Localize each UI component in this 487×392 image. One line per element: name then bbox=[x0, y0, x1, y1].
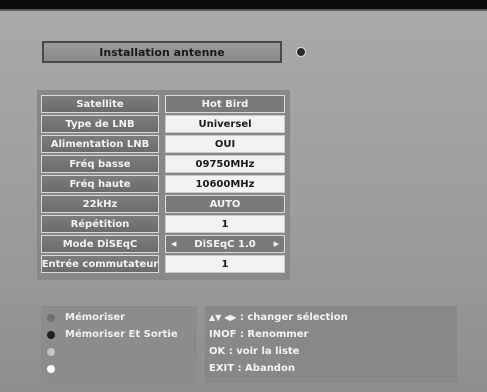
page-title: Installation antenne bbox=[42, 41, 282, 63]
tv-screen: Installation antenne Satellite Hot Bird … bbox=[0, 9, 487, 392]
row-value[interactable]: Universel bbox=[165, 115, 285, 133]
legend-item-memoriser-sortie[interactable]: Mémoriser Et Sortie bbox=[47, 328, 178, 341]
help-line-list: OK : voir la liste bbox=[209, 345, 299, 359]
row-type-lnb[interactable]: Type de LNB Universel bbox=[41, 115, 285, 133]
row-label: Fréq haute bbox=[41, 175, 159, 193]
help-line-exit: EXIT : Abandon bbox=[209, 362, 295, 376]
black-button-icon bbox=[47, 330, 55, 339]
grey-button-icon bbox=[47, 313, 55, 322]
row-label: Entrée commutateur bbox=[41, 255, 159, 273]
row-repetition[interactable]: Répétition 1 bbox=[41, 215, 285, 233]
legend-item-4 bbox=[47, 362, 65, 375]
help-line-navigate: ▲▼ ◀▶ : changer sélection bbox=[209, 311, 348, 325]
light-button-icon bbox=[47, 347, 55, 356]
row-value-selector[interactable]: ◀ DiSEqC 1.0 ▶ bbox=[165, 235, 285, 253]
arrow-right-icon[interactable]: ▶ bbox=[274, 240, 279, 248]
row-freq-basse[interactable]: Fréq basse 09750MHz bbox=[41, 155, 285, 173]
arrow-keys-icon: ▲▼ ◀▶ bbox=[209, 313, 237, 322]
row-alimentation-lnb[interactable]: Alimentation LNB OUI bbox=[41, 135, 285, 153]
help-text: OK : voir la liste bbox=[209, 346, 300, 357]
row-label: Mode DiSEqC bbox=[41, 235, 159, 253]
row-label: Type de LNB bbox=[41, 115, 159, 133]
legend-label: Mémoriser Et Sortie bbox=[65, 329, 178, 340]
row-value[interactable]: Hot Bird bbox=[165, 95, 285, 113]
row-label: Fréq basse bbox=[41, 155, 159, 173]
white-button-icon bbox=[47, 364, 55, 373]
key-help-box: ▲▼ ◀▶ : changer sélection INOF : Renomme… bbox=[205, 306, 457, 383]
row-satellite[interactable]: Satellite Hot Bird bbox=[41, 95, 285, 113]
row-mode-diseqc[interactable]: Mode DiSEqC ◀ DiSEqC 1.0 ▶ bbox=[41, 235, 285, 253]
row-value[interactable]: AUTO bbox=[165, 195, 285, 213]
help-text: INOF : Renommer bbox=[209, 329, 309, 340]
legend-item-3 bbox=[47, 345, 65, 358]
page-title-text: Installation antenne bbox=[99, 45, 225, 59]
color-key-legend: Mémoriser Mémoriser Et Sortie bbox=[41, 306, 197, 383]
row-22khz[interactable]: 22kHz AUTO bbox=[41, 195, 285, 213]
row-value[interactable]: OUI bbox=[165, 135, 285, 153]
settings-panel: Satellite Hot Bird Type de LNB Universel… bbox=[37, 90, 290, 280]
row-value[interactable]: 1 bbox=[165, 215, 285, 233]
row-value[interactable]: 10600MHz bbox=[165, 175, 285, 193]
row-entree-commutateur[interactable]: Entrée commutateur 1 bbox=[41, 255, 285, 273]
help-line-rename: INOF : Renommer bbox=[209, 328, 308, 342]
help-text: : changer sélection bbox=[239, 312, 348, 323]
legend-label: Mémoriser bbox=[65, 312, 126, 323]
legend-item-memoriser[interactable]: Mémoriser bbox=[47, 311, 125, 324]
row-value: DiSEqC 1.0 bbox=[194, 238, 256, 250]
help-text: EXIT : Abandon bbox=[209, 363, 295, 374]
row-value[interactable]: 1 bbox=[165, 255, 285, 273]
signal-dot-icon bbox=[296, 47, 306, 57]
row-label: Satellite bbox=[41, 95, 159, 113]
row-label: Répétition bbox=[41, 215, 159, 233]
arrow-left-icon[interactable]: ◀ bbox=[171, 240, 176, 248]
row-freq-haute[interactable]: Fréq haute 10600MHz bbox=[41, 175, 285, 193]
row-value[interactable]: 09750MHz bbox=[165, 155, 285, 173]
row-label: 22kHz bbox=[41, 195, 159, 213]
row-label: Alimentation LNB bbox=[41, 135, 159, 153]
